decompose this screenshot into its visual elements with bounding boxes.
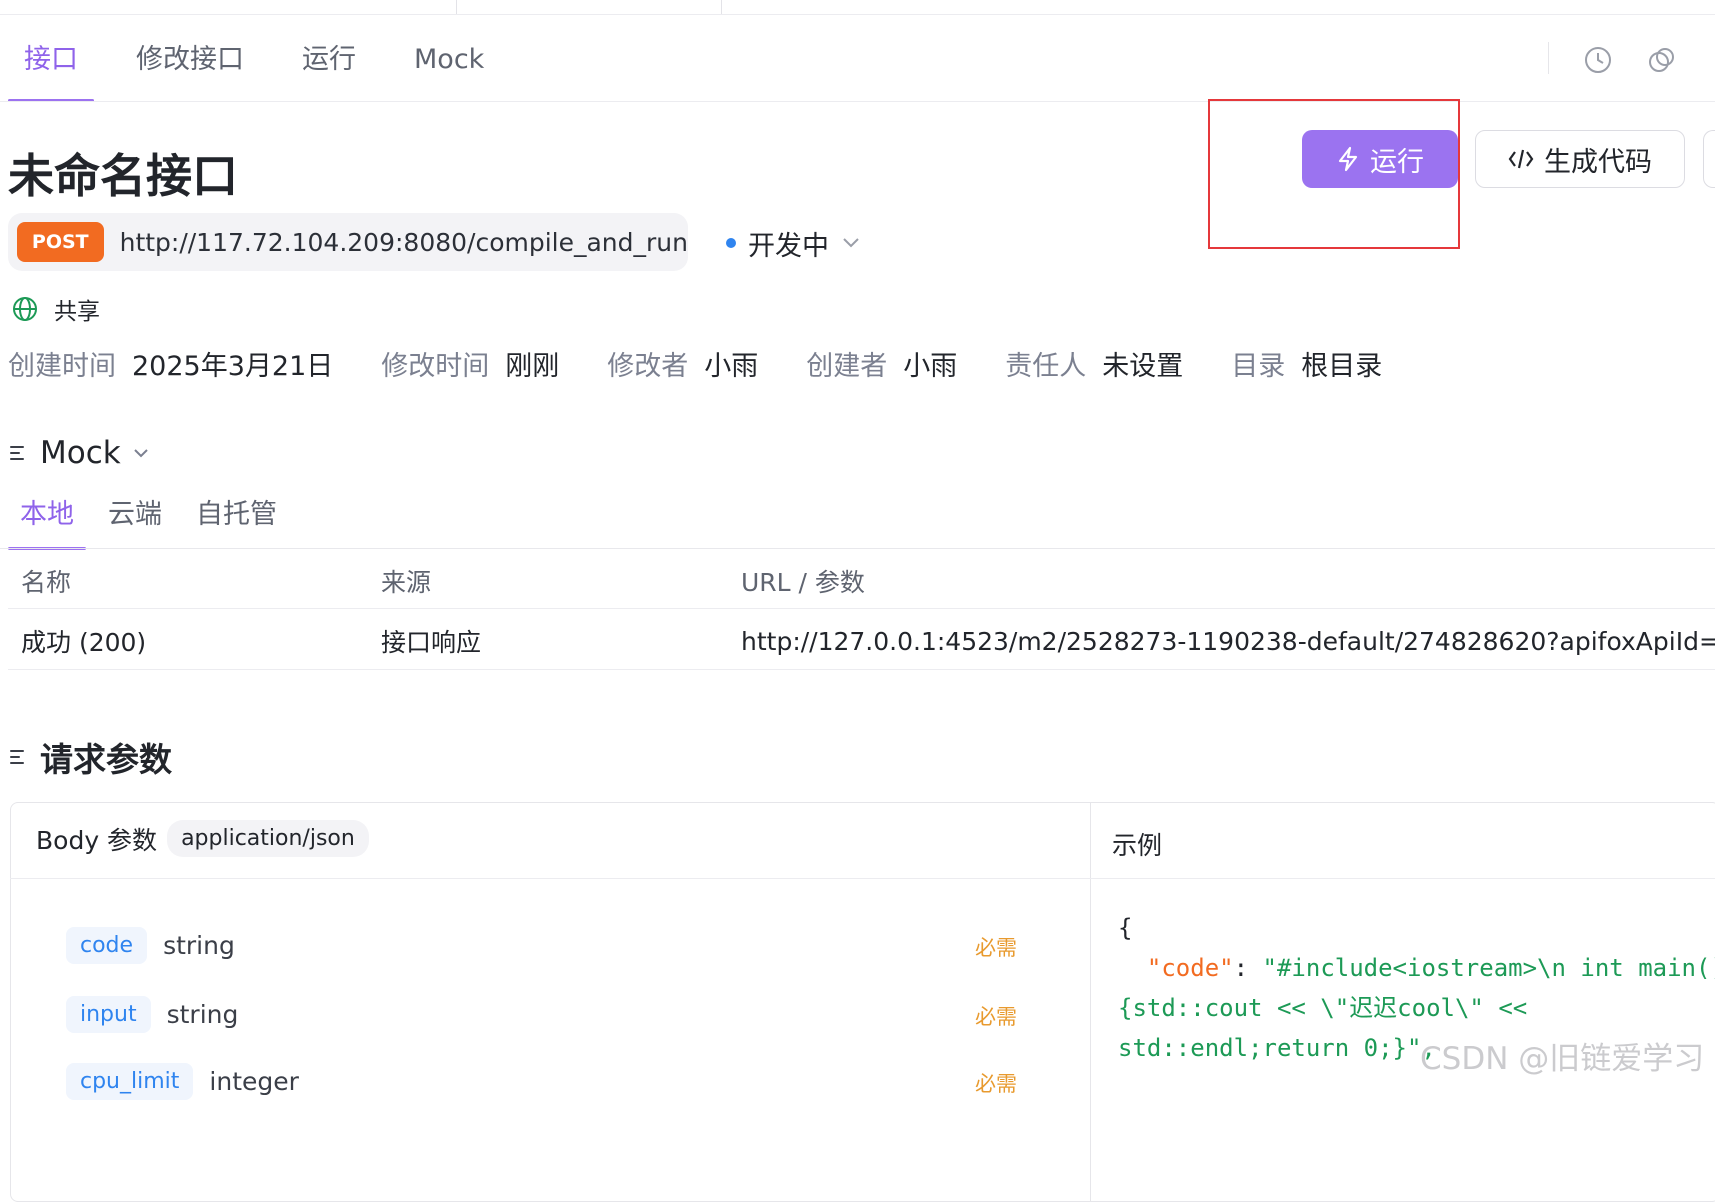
tab-self-hosted[interactable]: 自托管 bbox=[184, 490, 289, 550]
meta-value: 小雨 bbox=[903, 350, 958, 382]
mock-table-header: 名称 来源 URL / 参数 bbox=[8, 551, 1715, 611]
interface-tabs: 接口 修改接口 运行 Mock bbox=[8, 30, 526, 102]
column-url: URL / 参数 bbox=[741, 568, 865, 597]
param-name: code bbox=[66, 926, 148, 964]
param-row[interactable]: input string bbox=[66, 991, 238, 1037]
body-params-header: Body 参数 application/json bbox=[36, 820, 369, 857]
method-badge: POST bbox=[17, 222, 104, 262]
param-type: string bbox=[166, 999, 239, 1029]
param-row[interactable]: code string bbox=[66, 922, 235, 968]
param-name: cpu_limit bbox=[66, 1062, 194, 1100]
toolbar-separator bbox=[1548, 42, 1549, 74]
watermark: CSDN @旧链爱学习 bbox=[1420, 1041, 1705, 1077]
param-type: string bbox=[163, 930, 235, 960]
request-params-title: 请求参数 bbox=[40, 740, 172, 779]
panel-header-divider bbox=[10, 878, 1715, 879]
param-row[interactable]: cpu_limit integer bbox=[66, 1058, 299, 1104]
window-tab-active[interactable] bbox=[456, 0, 722, 14]
example-label: 示例 bbox=[1112, 831, 1163, 860]
meta-value[interactable]: 未设置 bbox=[1102, 344, 1183, 383]
param-name: input bbox=[66, 995, 151, 1033]
meta-label: 目录 bbox=[1231, 350, 1286, 382]
content-type-badge: application/json bbox=[167, 820, 369, 857]
window-tab[interactable] bbox=[0, 0, 457, 14]
history-icon[interactable] bbox=[1578, 40, 1618, 80]
meta-value: 刚刚 bbox=[505, 350, 560, 382]
meta-label: 创建者 bbox=[806, 350, 888, 382]
request-params-header[interactable]: 请求参数 bbox=[10, 733, 172, 781]
meta-value[interactable]: 根目录 bbox=[1301, 344, 1382, 383]
mock-section-header[interactable]: Mock bbox=[10, 435, 149, 471]
table-divider bbox=[8, 669, 1715, 670]
status-label: 开发中 bbox=[748, 230, 829, 262]
chevron-down-icon bbox=[843, 238, 859, 248]
request-url-bar: POST http://117.72.104.209:8080/compile_… bbox=[8, 213, 688, 271]
tab-mock[interactable]: Mock bbox=[398, 30, 500, 102]
body-params-label: Body 参数 bbox=[36, 825, 158, 855]
panel-divider bbox=[1090, 802, 1091, 1202]
column-source: 来源 bbox=[381, 568, 432, 597]
mock-tabs: 本地 云端 自托管 bbox=[8, 490, 299, 550]
tab-run[interactable]: 运行 bbox=[286, 30, 372, 102]
mock-source: 接口响应 bbox=[381, 628, 482, 657]
globe-icon bbox=[13, 297, 37, 321]
mock-name: 成功 (200) bbox=[21, 628, 147, 657]
mock-section-title: Mock bbox=[40, 435, 121, 471]
highlight-box bbox=[1208, 99, 1460, 249]
code-brace: { bbox=[1118, 914, 1133, 942]
collapse-section-icon bbox=[10, 444, 28, 462]
required-badge: 必需 bbox=[975, 936, 1017, 960]
meta-info: 创建时间 2025年3月21日 修改时间 刚刚 修改者 小雨 创建者 小雨 责任… bbox=[8, 343, 1430, 383]
status-selector[interactable]: 开发中 bbox=[726, 224, 861, 262]
tab-cloud[interactable]: 云端 bbox=[96, 490, 174, 550]
code-value: {std::cout << \"迟迟cool\" << bbox=[1118, 994, 1528, 1022]
table-divider bbox=[8, 608, 1715, 609]
request-url[interactable]: http://117.72.104.209:8080/compile_and_r… bbox=[120, 228, 688, 257]
share-link-icon[interactable] bbox=[1642, 40, 1682, 80]
mock-url[interactable]: http://127.0.0.1:4523/m2/2528273-1190238… bbox=[741, 627, 1715, 656]
window-tab-strip bbox=[0, 0, 1715, 15]
share-label: 共享 bbox=[54, 299, 100, 325]
code-key: "code" bbox=[1146, 954, 1234, 982]
tab-interface[interactable]: 接口 bbox=[8, 30, 94, 102]
more-button[interactable] bbox=[1703, 130, 1715, 188]
chevron-down-icon bbox=[134, 449, 148, 458]
required-badge: 必需 bbox=[975, 1005, 1017, 1029]
share-status[interactable]: 共享 bbox=[12, 292, 100, 326]
code-value: "#include<iostream>\n int main() bbox=[1262, 954, 1715, 982]
meta-value: 2025年3月21日 bbox=[132, 350, 334, 382]
required-badge: 必需 bbox=[975, 1072, 1017, 1096]
code-icon bbox=[1508, 149, 1534, 169]
generate-code-label: 生成代码 bbox=[1544, 146, 1652, 178]
meta-label: 修改者 bbox=[607, 350, 689, 382]
table-row[interactable]: 成功 (200) 接口响应 http://127.0.0.1:4523/m2/2… bbox=[8, 611, 1715, 671]
meta-label: 创建时间 bbox=[8, 350, 116, 382]
generate-code-button[interactable]: 生成代码 bbox=[1475, 130, 1685, 188]
collapse-section-icon bbox=[10, 748, 28, 766]
meta-label: 修改时间 bbox=[381, 350, 490, 382]
meta-value: 小雨 bbox=[704, 350, 759, 382]
tab-edit-interface[interactable]: 修改接口 bbox=[120, 30, 260, 102]
status-dot bbox=[726, 238, 736, 248]
tab-local[interactable]: 本地 bbox=[8, 490, 86, 550]
code-separator: : bbox=[1233, 954, 1263, 982]
mock-tabs-divider bbox=[0, 548, 1715, 549]
meta-label: 责任人 bbox=[1005, 350, 1087, 382]
column-name: 名称 bbox=[21, 568, 72, 597]
code-value: std::endl;return 0;}", bbox=[1118, 1034, 1436, 1062]
page-title: 未命名接口 bbox=[8, 149, 238, 203]
param-type: integer bbox=[209, 1066, 299, 1096]
